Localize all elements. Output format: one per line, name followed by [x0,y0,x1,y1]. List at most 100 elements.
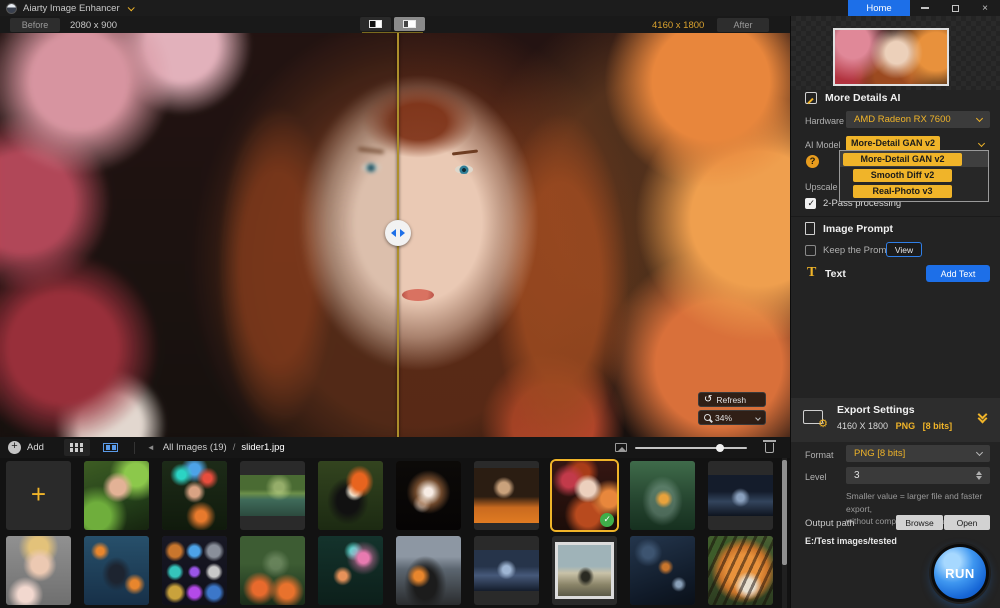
single-view-toggle[interactable] [360,17,391,31]
thumb-forest-girl[interactable] [84,461,149,530]
portrait-detail [402,289,434,301]
model-option-label: More-Detail GAN v2 [843,153,962,166]
maximize-button[interactable] [940,0,970,16]
run-button[interactable]: RUN [931,544,989,602]
details-icon [805,92,817,104]
minimize-button[interactable] [910,0,940,16]
thumbnail-row-2 [6,536,773,605]
image-preview[interactable]: Refresh 34% [0,33,790,437]
thumb-steampunk-train[interactable] [396,536,461,605]
thumb-badge-grid[interactable] [162,536,227,605]
add-image-tile[interactable] [6,461,71,530]
thumb-night-mountains[interactable] [708,461,773,530]
library-toolbar: Add All Images (19) / slider1.jpg [0,437,790,458]
thumbnail-grid [0,458,790,608]
text-title: Text [825,268,846,280]
thumb-fantasy-portrait[interactable] [162,461,227,530]
thumbnail-image [708,536,773,605]
stepper-down-icon[interactable] [976,476,982,480]
image-prompt-title: Image Prompt [823,223,893,235]
thumbnail-image [162,461,227,530]
refresh-button[interactable]: Refresh [698,392,766,407]
model-option-2[interactable]: Smooth Diff v2 [840,167,988,183]
export-icon [803,410,823,424]
thumb-blonde-woman[interactable] [6,536,71,605]
compare-handle[interactable] [385,220,411,246]
thumbnail-image [240,536,305,605]
thumbnail-size-slider[interactable] [635,447,747,449]
home-button[interactable]: Home [848,0,910,16]
compare-view-icon [403,20,416,28]
model-option-3[interactable]: Real-Photo v3 [840,183,988,199]
close-button[interactable]: × [970,0,1000,16]
arrow-left-icon [391,229,396,237]
compare-divider[interactable] [397,33,399,437]
thumb-mountain-range[interactable] [474,536,539,605]
view-prompt-button[interactable]: View [886,242,922,257]
format-select[interactable]: PNG [8 bits] [846,445,990,462]
thumbnail-image [162,536,227,605]
thumbnail-scrollbar[interactable] [782,458,787,608]
thumb-redhead-portrait[interactable] [552,461,617,530]
browse-button[interactable]: Browse [896,515,943,530]
thumb-toucan[interactable] [318,461,383,530]
thumbnail-image [318,461,383,530]
thumb-jungle-room[interactable] [240,536,305,605]
thumb-vintage-beach-photo[interactable] [552,536,617,605]
export-summary-format: PNG [896,421,916,431]
thumb-monk-portrait[interactable] [474,461,539,530]
before-half-overlay [0,33,398,437]
thumb-tiger[interactable] [708,536,773,605]
after-size-label: 4160 x 1800 [652,20,704,31]
two-pass-checkbox[interactable] [805,198,816,209]
grid-icon [70,443,83,452]
compare-view-toggle[interactable] [394,17,425,31]
ai-model-dropdown: More-Detail GAN v2Smooth Diff v2Real-Pho… [839,150,989,202]
keep-prompt-checkbox[interactable] [805,245,816,256]
thumb-jungle-river[interactable] [240,461,305,530]
zoom-control[interactable]: 34% [698,410,766,425]
thumbnail-image [240,475,305,516]
thumb-jellyfish-mushrooms[interactable] [318,536,383,605]
help-icon[interactable]: ? [806,155,819,168]
thumb-crystal-flower[interactable] [396,461,461,530]
back-icon[interactable] [147,443,155,452]
slider-thumb[interactable] [716,444,724,452]
section-divider [791,216,1000,217]
arrow-right-icon [400,229,405,237]
grid-view-button[interactable] [64,439,90,456]
model-option-1[interactable]: More-Detail GAN v2 [840,151,988,167]
filmstrip-view-button[interactable] [98,439,124,456]
hardware-label: Hardware [805,116,844,126]
format-label: Format [805,450,834,460]
scrollbar-thumb[interactable] [782,460,787,565]
export-settings-header[interactable]: Export Settings 4160 X 1800 PNG [8 bits] [791,398,1000,442]
after-tab[interactable]: After [717,18,769,32]
thumb-astronaut[interactable] [630,536,695,605]
breadcrumb[interactable]: All Images (19) [163,442,227,453]
split-view-icon [369,20,382,28]
keep-prompt-row: Keep the Prompt [805,245,894,256]
collapse-chevrons-icon[interactable] [979,411,986,422]
thumb-potion-scene[interactable] [84,536,149,605]
stepper-up-icon[interactable] [976,471,982,475]
thumb-terrarium[interactable] [630,461,695,530]
level-stepper[interactable]: 3 [846,467,990,484]
thumbnail-image [396,536,461,605]
hardware-select[interactable]: AMD Radeon RX 7600 [846,111,990,128]
add-images-button[interactable]: Add [8,441,44,454]
selected-check-icon [600,513,614,527]
add-text-button[interactable]: Add Text [926,265,990,282]
result-preview-thumbnail[interactable] [833,28,949,86]
delete-icon[interactable] [765,443,774,453]
text-icon: T [807,265,816,281]
plus-icon [8,441,21,454]
title-dropdown-chevron-icon[interactable] [127,4,134,11]
export-summary-size: 4160 X 1800 [837,421,888,431]
thumbnail-image [84,536,149,605]
level-value: 3 [846,467,990,484]
open-button[interactable]: Open [944,515,990,530]
minimize-icon [921,7,929,9]
before-tab[interactable]: Before [10,18,60,32]
ai-model-value[interactable]: More-Detail GAN v2 [846,136,940,151]
